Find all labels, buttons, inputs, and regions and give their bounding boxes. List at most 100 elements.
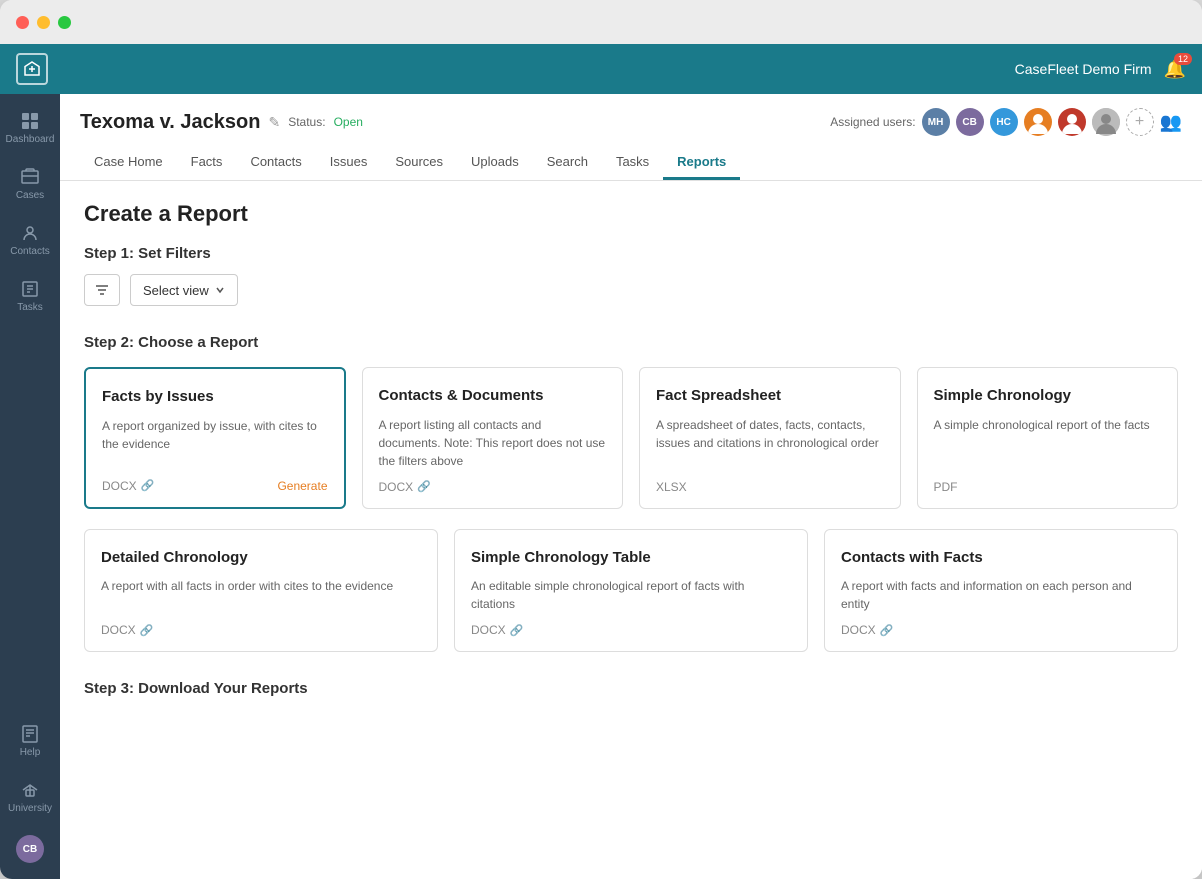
card-format: PDF <box>934 480 958 494</box>
sidebar-item-university[interactable]: University <box>4 771 56 823</box>
report-card-fact-spreadsheet[interactable]: Fact Spreadsheet A spreadsheet of dates,… <box>639 367 901 509</box>
case-title-row: Texoma v. Jackson ✎ Status: Open Assigne… <box>80 108 1182 136</box>
card-title: Facts by Issues <box>102 387 328 407</box>
sidebar-university-label: University <box>8 803 52 814</box>
tab-facts[interactable]: Facts <box>177 146 237 180</box>
top-bar: CaseFleet Demo Firm 🔔 12 <box>0 44 1202 94</box>
select-view-button[interactable]: Select view <box>130 274 238 306</box>
app-logo[interactable] <box>16 53 48 85</box>
card-format: DOCX 🔗 <box>841 623 893 637</box>
card-footer: XLSX <box>656 480 884 494</box>
card-format: DOCX 🔗 <box>471 623 523 637</box>
case-title: Texoma v. Jackson <box>80 111 260 134</box>
avatar-hc[interactable]: HC <box>990 108 1018 136</box>
assigned-label: Assigned users: <box>830 115 915 129</box>
card-desc: A spreadsheet of dates, facts, contacts,… <box>656 416 884 470</box>
tab-contacts[interactable]: Contacts <box>236 146 315 180</box>
firm-name: CaseFleet Demo Firm <box>1015 61 1152 77</box>
top-bar-right: CaseFleet Demo Firm 🔔 12 <box>1015 59 1186 80</box>
sidebar-item-tasks[interactable]: Tasks <box>4 270 56 322</box>
filter-row: Select view <box>84 274 1178 306</box>
avatar-photo1 <box>1024 108 1052 136</box>
titlebar <box>0 0 1202 44</box>
sidebar-help-label: Help <box>20 747 41 758</box>
card-format: DOCX 🔗 <box>101 623 153 637</box>
assigned-users: Assigned users: MH CB HC + <box>830 108 1182 136</box>
filter-button[interactable] <box>84 274 120 306</box>
card-title: Contacts & Documents <box>379 386 607 406</box>
sidebar-item-dashboard[interactable]: Dashboard <box>4 102 56 154</box>
sidebar: Dashboard Cases Contacts Tasks Help <box>0 94 60 879</box>
report-card-simple-chronology[interactable]: Simple Chronology A simple chronological… <box>917 367 1179 509</box>
tab-reports[interactable]: Reports <box>663 146 740 180</box>
notification-badge: 12 <box>1174 53 1192 65</box>
link-icon: 🔗 <box>417 480 431 493</box>
card-desc: A simple chronological report of the fac… <box>934 416 1162 470</box>
close-button[interactable] <box>16 16 29 29</box>
card-desc: A report listing all contacts and docume… <box>379 416 607 470</box>
avatar-mh[interactable]: MH <box>922 108 950 136</box>
minimize-button[interactable] <box>37 16 50 29</box>
maximize-button[interactable] <box>58 16 71 29</box>
step2-title: Step 2: Choose a Report <box>84 334 1178 351</box>
card-desc: An editable simple chronological report … <box>471 577 791 613</box>
step1-title: Step 1: Set Filters <box>84 245 1178 262</box>
report-card-contacts-documents[interactable]: Contacts & Documents A report listing al… <box>362 367 624 509</box>
avatar-grey <box>1092 108 1120 136</box>
generate-button[interactable]: Generate <box>277 479 327 493</box>
top-bar-left <box>16 53 48 85</box>
case-header: Texoma v. Jackson ✎ Status: Open Assigne… <box>60 94 1202 181</box>
sidebar-dashboard-label: Dashboard <box>6 134 55 145</box>
sidebar-item-contacts[interactable]: Contacts <box>4 214 56 266</box>
card-footer: PDF <box>934 480 1162 494</box>
tab-tasks[interactable]: Tasks <box>602 146 663 180</box>
tab-case-home[interactable]: Case Home <box>80 146 177 180</box>
card-footer: DOCX 🔗 Generate <box>102 479 328 493</box>
card-title: Detailed Chronology <box>101 548 421 568</box>
card-format: XLSX <box>656 480 687 494</box>
card-desc: A report organized by issue, with cites … <box>102 417 328 469</box>
report-grid-row2: Detailed Chronology A report with all fa… <box>84 529 1178 653</box>
status-badge: Open <box>334 115 363 129</box>
report-card-detailed-chronology[interactable]: Detailed Chronology A report with all fa… <box>84 529 438 653</box>
report-card-simple-chronology-table[interactable]: Simple Chronology Table An editable simp… <box>454 529 808 653</box>
card-footer: DOCX 🔗 <box>471 623 791 637</box>
link-icon: 🔗 <box>880 624 894 637</box>
tab-issues[interactable]: Issues <box>316 146 382 180</box>
avatar-photo2 <box>1058 108 1086 136</box>
card-format: DOCX 🔗 <box>102 479 154 493</box>
nav-tabs: Case Home Facts Contacts Issues Sources … <box>80 146 1182 180</box>
report-card-contacts-with-facts[interactable]: Contacts with Facts A report with facts … <box>824 529 1178 653</box>
edit-case-icon[interactable]: ✎ <box>268 114 280 131</box>
card-format: DOCX 🔗 <box>379 480 431 494</box>
tab-uploads[interactable]: Uploads <box>457 146 533 180</box>
sidebar-contacts-label: Contacts <box>10 246 49 257</box>
link-icon: 🔗 <box>141 479 155 492</box>
tab-sources[interactable]: Sources <box>381 146 457 180</box>
card-title: Fact Spreadsheet <box>656 386 884 406</box>
add-user-button[interactable]: + <box>1126 108 1154 136</box>
status-label: Status: <box>288 115 325 129</box>
card-footer: DOCX 🔗 <box>841 623 1161 637</box>
notification-button[interactable]: 🔔 12 <box>1164 59 1186 80</box>
page-content: Create a Report Step 1: Set Filters Sele… <box>60 181 1202 879</box>
card-footer: DOCX 🔗 <box>101 623 421 637</box>
report-card-facts-by-issues[interactable]: Facts by Issues A report organized by is… <box>84 367 346 509</box>
case-title-left: Texoma v. Jackson ✎ Status: Open <box>80 111 363 134</box>
card-footer: DOCX 🔗 <box>379 480 607 494</box>
traffic-lights <box>16 16 71 29</box>
step3-title: Step 3: Download Your Reports <box>84 680 1178 697</box>
sidebar-tasks-label: Tasks <box>17 302 43 313</box>
page-title: Create a Report <box>84 201 1178 227</box>
card-title: Contacts with Facts <box>841 548 1161 568</box>
user-avatar[interactable]: CB <box>16 835 44 863</box>
tab-search[interactable]: Search <box>533 146 602 180</box>
card-title: Simple Chronology <box>934 386 1162 406</box>
select-view-label: Select view <box>143 283 209 298</box>
avatar-cb[interactable]: CB <box>956 108 984 136</box>
sidebar-item-cases[interactable]: Cases <box>4 158 56 210</box>
sidebar-item-help[interactable]: Help <box>4 715 56 767</box>
manage-users-icon[interactable]: 👥 <box>1160 112 1182 133</box>
report-grid-row1: Facts by Issues A report organized by is… <box>84 367 1178 509</box>
card-title: Simple Chronology Table <box>471 548 791 568</box>
